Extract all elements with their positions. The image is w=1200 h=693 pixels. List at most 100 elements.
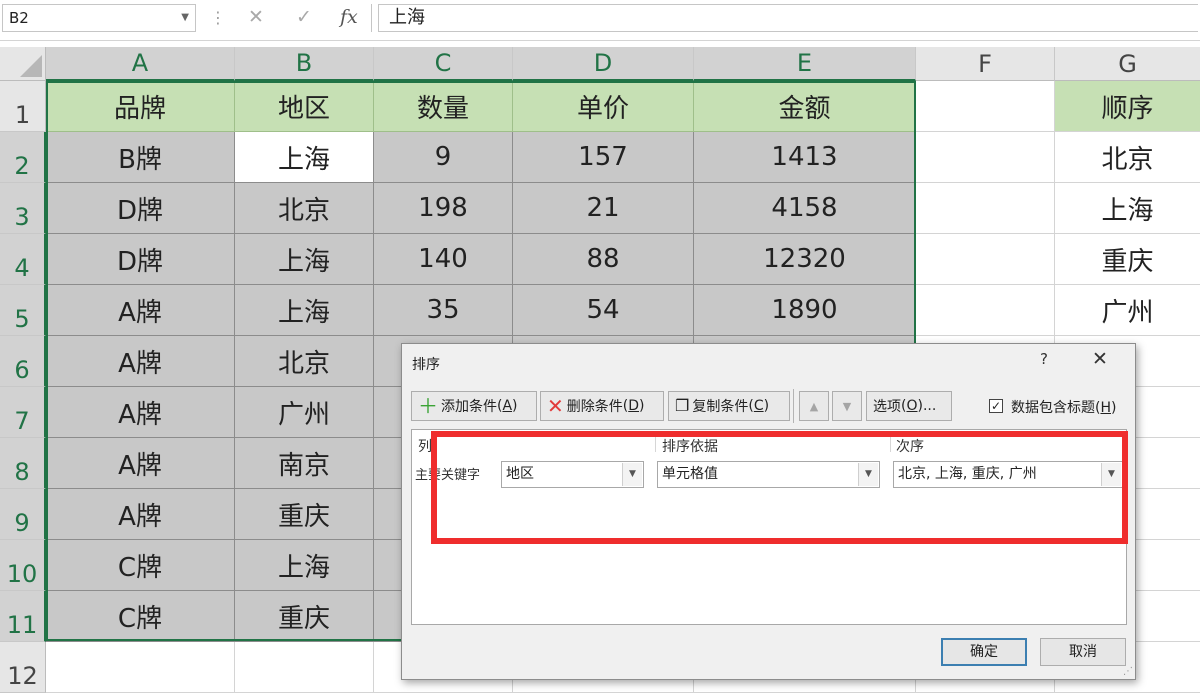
column-header-d[interactable]: D [513, 47, 694, 81]
cell-b6[interactable]: 北京 [235, 336, 374, 387]
cell-c4[interactable]: 140 [374, 234, 513, 285]
cell-a12[interactable] [46, 642, 235, 693]
formula-input[interactable]: 上海 [378, 4, 1198, 32]
cell-d5[interactable]: 54 [513, 285, 694, 336]
cell-f1[interactable] [916, 81, 1055, 132]
column-header-a[interactable]: A [46, 47, 235, 81]
cell-c1[interactable]: 数量 [374, 81, 513, 132]
row-header-4[interactable]: 4 [0, 234, 46, 285]
cell-a6[interactable]: A牌 [46, 336, 235, 387]
cell-b10[interactable]: 上海 [235, 540, 374, 591]
cancel-button[interactable]: 取消 [1040, 638, 1126, 666]
cell-a10[interactable]: C牌 [46, 540, 235, 591]
copy-condition-button[interactable]: ❐ 复制条件(C) [668, 391, 790, 421]
column-header-e[interactable]: E [694, 47, 916, 81]
enter-icon[interactable]: ✓ [296, 6, 312, 28]
cell-d4[interactable]: 88 [513, 234, 694, 285]
cell-a1[interactable]: 品牌 [46, 81, 235, 132]
move-down-button[interactable]: ▼ [832, 391, 862, 421]
cell-a11[interactable]: C牌 [46, 591, 235, 642]
cell-b9[interactable]: 重庆 [235, 489, 374, 540]
cell-b8[interactable]: 南京 [235, 438, 374, 489]
header-separator [655, 432, 656, 452]
cell-e3[interactable]: 4158 [694, 183, 916, 234]
cell-b7[interactable]: 广州 [235, 387, 374, 438]
row-header-9[interactable]: 9 [0, 489, 46, 540]
cell-f2[interactable] [916, 132, 1055, 183]
cell-a8[interactable]: A牌 [46, 438, 235, 489]
cell-b4[interactable]: 上海 [235, 234, 374, 285]
sort-dialog: 排序 ? ✕ ＋ 添加条件(A) ✕ 删除条件(D) ❐ 复制条件(C) ▲ ▼… [401, 343, 1136, 680]
cell-a5[interactable]: A牌 [46, 285, 235, 336]
cell-a7[interactable]: A牌 [46, 387, 235, 438]
chevron-down-icon[interactable]: ▼ [858, 463, 878, 486]
sort-on-header: 排序依据 [662, 439, 718, 455]
cell-f4[interactable] [916, 234, 1055, 285]
cell-b12[interactable] [235, 642, 374, 693]
ok-button[interactable]: 确定 [941, 638, 1027, 666]
column-header-f[interactable]: F [916, 47, 1055, 81]
options-button[interactable]: 选项(O)... [866, 391, 952, 421]
chevron-down-icon[interactable]: ▼ [622, 463, 642, 486]
cell-d3[interactable]: 21 [513, 183, 694, 234]
cell-g3[interactable]: 上海 [1055, 183, 1200, 234]
cell-g2[interactable]: 北京 [1055, 132, 1200, 183]
row-header-11[interactable]: 11 [0, 591, 46, 642]
cell-c3[interactable]: 198 [374, 183, 513, 234]
column-header-b[interactable]: B [235, 47, 374, 81]
cell-g1[interactable]: 顺序 [1055, 81, 1200, 132]
row-header-7[interactable]: 7 [0, 387, 46, 438]
move-up-button[interactable]: ▲ [799, 391, 829, 421]
chevron-down-icon[interactable]: ▼ [1101, 463, 1121, 486]
row-header-12[interactable]: 12 [0, 642, 46, 693]
row-header-1[interactable]: 1 [0, 81, 46, 132]
order-header: 次序 [896, 439, 924, 455]
column-header-g[interactable]: G [1055, 47, 1200, 81]
row-header-3[interactable]: 3 [0, 183, 46, 234]
order-dropdown[interactable]: 北京, 上海, 重庆, 广州 ▼ [893, 461, 1123, 488]
row-header-10[interactable]: 10 [0, 540, 46, 591]
cell-g5[interactable]: 广州 [1055, 285, 1200, 336]
cell-b1[interactable]: 地区 [235, 81, 374, 132]
cell-a3[interactable]: D牌 [46, 183, 235, 234]
row-header-6[interactable]: 6 [0, 336, 46, 387]
name-box[interactable]: B2 ▼ [2, 4, 196, 32]
has-headers-checkbox[interactable]: ✓ [989, 399, 1003, 413]
column-dropdown[interactable]: 地区 ▼ [501, 461, 644, 488]
insert-function-icon[interactable]: fx [340, 6, 358, 28]
cell-a9[interactable]: A牌 [46, 489, 235, 540]
row-header-2[interactable]: 2 [0, 132, 46, 183]
cell-d1[interactable]: 单价 [513, 81, 694, 132]
chevron-down-icon[interactable]: ▼ [181, 5, 189, 31]
cell-b11[interactable]: 重庆 [235, 591, 374, 642]
add-condition-button[interactable]: ＋ 添加条件(A) [411, 391, 537, 421]
cell-e2[interactable]: 1413 [694, 132, 916, 183]
cell-f3[interactable] [916, 183, 1055, 234]
cell-g4[interactable]: 重庆 [1055, 234, 1200, 285]
cell-b5[interactable]: 上海 [235, 285, 374, 336]
row-header-8[interactable]: 8 [0, 438, 46, 489]
cell-a4[interactable]: D牌 [46, 234, 235, 285]
cell-c5[interactable]: 35 [374, 285, 513, 336]
select-all-button[interactable] [0, 47, 46, 81]
cell-e4[interactable]: 12320 [694, 234, 916, 285]
delete-condition-button[interactable]: ✕ 删除条件(D) [540, 391, 664, 421]
resize-grip-icon[interactable]: ⋰ [1123, 666, 1133, 677]
cell-e5[interactable]: 1890 [694, 285, 916, 336]
close-button[interactable]: ✕ [1092, 348, 1108, 370]
cell-d2[interactable]: 157 [513, 132, 694, 183]
cell-c2[interactable]: 9 [374, 132, 513, 183]
help-button[interactable]: ? [1040, 350, 1048, 368]
cancel-icon[interactable]: ✕ [248, 6, 264, 28]
row-header-5[interactable]: 5 [0, 285, 46, 336]
order-dropdown-value: 北京, 上海, 重庆, 广州 [898, 466, 1037, 482]
cell-a2[interactable]: B牌 [46, 132, 235, 183]
cell-b3[interactable]: 北京 [235, 183, 374, 234]
column-header-c[interactable]: C [374, 47, 513, 81]
cell-f5[interactable] [916, 285, 1055, 336]
cell-e1[interactable]: 金额 [694, 81, 916, 132]
add-condition-key: A [502, 398, 513, 414]
sort-on-dropdown[interactable]: 单元格值 ▼ [657, 461, 880, 488]
cell-b2[interactable]: 上海 [235, 132, 374, 183]
checkmark-icon: ✓ [990, 399, 1002, 413]
